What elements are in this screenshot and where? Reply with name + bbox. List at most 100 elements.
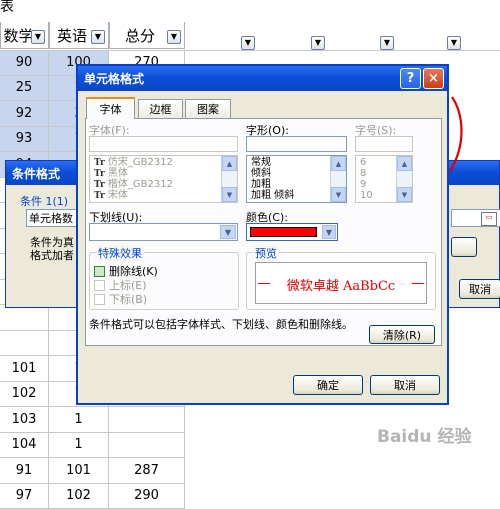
- size-list-scrollbar[interactable]: ▲ ▼: [396, 156, 412, 202]
- table-row: 97102290: [0, 484, 185, 509]
- style-input[interactable]: [246, 136, 347, 152]
- table-cell[interactable]: [0, 305, 49, 331]
- table-cell[interactable]: 101: [49, 458, 109, 484]
- table-cell[interactable]: 97: [0, 484, 49, 509]
- condition-cancel-button[interactable]: 取消: [459, 279, 500, 299]
- truetype-icon: Tr: [94, 191, 108, 201]
- preview-group: 预览 微软卓越 AaBbCc: [246, 252, 436, 310]
- format-cells-dialog: 单元格格式 ? × 字体 边框 图案 字体(F): 字形(O): 字号(S): …: [76, 64, 449, 405]
- table-row: 91101287: [0, 458, 185, 484]
- list-item[interactable]: Tr 楷体_GB2312: [94, 179, 237, 190]
- table-row: 1031: [0, 407, 185, 433]
- list-item[interactable]: Tr 黑体: [94, 168, 237, 179]
- table-cell[interactable]: 102: [0, 382, 49, 408]
- tab-border[interactable]: 边框: [138, 99, 183, 118]
- superscript-box[interactable]: [94, 280, 105, 291]
- color-swatch: [250, 227, 317, 237]
- condition-side-button[interactable]: [451, 237, 477, 257]
- tab-font[interactable]: 字体: [86, 97, 135, 119]
- preview-group-title: 预览: [253, 245, 279, 261]
- filter-col5-button[interactable]: ▼: [311, 36, 325, 50]
- header-english-label: 英语: [57, 25, 87, 46]
- filter-col6-button[interactable]: ▼: [380, 36, 394, 50]
- filter-total-button[interactable]: ▼: [167, 30, 181, 44]
- header-math-label: 数学: [3, 25, 33, 46]
- style-list-scrollbar[interactable]: ▲ ▼: [330, 156, 346, 202]
- cell-value-select[interactable]: 单元格数: [26, 209, 78, 227]
- list-item-label: 仿宋_GB2312: [108, 157, 173, 168]
- cancel-button[interactable]: 取消: [370, 375, 440, 395]
- table-cell[interactable]: 25: [0, 76, 49, 102]
- table-cell[interactable]: 290: [109, 484, 185, 509]
- clear-button[interactable]: 清除(R): [369, 325, 435, 344]
- list-item-label: 楷体_GB2312: [108, 179, 173, 190]
- filter-math-button[interactable]: ▼: [31, 30, 45, 44]
- conditional-format-title: 条件格式: [12, 165, 60, 182]
- scroll-down-icon[interactable]: ▼: [331, 187, 346, 202]
- strikethrough-box[interactable]: [94, 266, 105, 277]
- list-item-label: 6: [360, 157, 366, 168]
- table-cell[interactable]: 90: [0, 50, 49, 76]
- font-tab-panel: 字体(F): 字形(O): 字号(S): Tr 仿宋_GB2312Tr 黑体Tr…: [85, 118, 442, 346]
- collapse-range-icon[interactable]: ▭: [481, 212, 497, 226]
- font-list-scrollbar[interactable]: ▲ ▼: [221, 156, 237, 202]
- tab-pattern-label: 图案: [197, 101, 219, 117]
- list-item-label: 加粗: [251, 179, 271, 190]
- font-input[interactable]: [89, 136, 238, 152]
- tab-pattern[interactable]: 图案: [185, 99, 231, 118]
- filter-col7-button[interactable]: ▼: [447, 36, 461, 50]
- header-english: 英语 ▼: [49, 22, 109, 49]
- subscript-label: 下标(B): [109, 291, 147, 307]
- table-cell[interactable]: 104: [0, 433, 49, 459]
- underline-select[interactable]: ▼: [89, 223, 238, 241]
- table-cell[interactable]: 101: [0, 356, 49, 382]
- ok-button[interactable]: 确定: [293, 375, 363, 395]
- format-cells-titlebar: 单元格格式 ? ×: [78, 66, 447, 91]
- filter-col4-button[interactable]: ▼: [241, 36, 255, 50]
- header-math: 数学 ▼: [0, 22, 49, 49]
- table-cell[interactable]: [0, 331, 49, 357]
- effects-group: 特殊效果 删除线(K) 上标(E) 下标(B): [89, 252, 239, 310]
- table-cell[interactable]: 1: [49, 433, 109, 459]
- table-cell[interactable]: 91: [0, 458, 49, 484]
- table-cell[interactable]: 93: [0, 127, 49, 153]
- list-item[interactable]: Tr 宋体: [94, 190, 237, 201]
- color-select[interactable]: ▼: [246, 223, 338, 241]
- help-button[interactable]: ?: [400, 68, 421, 89]
- table-cell[interactable]: 103: [0, 407, 49, 433]
- condition-value-input[interactable]: ▭: [451, 209, 500, 227]
- format-cells-title: 单元格格式: [84, 70, 144, 87]
- list-item[interactable]: Tr 仿宋_GB2312: [94, 157, 237, 168]
- chevron-down-icon[interactable]: ▼: [322, 225, 336, 239]
- scroll-up-icon[interactable]: ▲: [222, 156, 237, 171]
- scroll-up-icon[interactable]: ▲: [331, 156, 346, 171]
- table-cell[interactable]: 1: [49, 407, 109, 433]
- tab-border-label: 边框: [150, 101, 172, 117]
- close-icon: ×: [428, 71, 439, 86]
- preview-text: 微软卓越 AaBbCc: [256, 275, 426, 294]
- table-cell[interactable]: 287: [109, 458, 185, 484]
- effects-group-title: 特殊效果: [96, 245, 144, 261]
- table-cell[interactable]: 102: [49, 484, 109, 509]
- subscript-box[interactable]: [94, 294, 105, 305]
- scroll-down-icon[interactable]: ▼: [397, 187, 412, 202]
- list-item-label: 10: [360, 190, 373, 201]
- table-cell[interactable]: [109, 433, 185, 459]
- truetype-icon: Tr: [94, 180, 108, 190]
- size-input[interactable]: [355, 136, 413, 152]
- scroll-up-icon[interactable]: ▲: [397, 156, 412, 171]
- table-cell[interactable]: [109, 407, 185, 433]
- scroll-down-icon[interactable]: ▼: [222, 187, 237, 202]
- table-cell[interactable]: 92: [0, 101, 49, 127]
- list-item-label: 8: [360, 168, 366, 179]
- list-item-label: 常规: [251, 157, 271, 168]
- font-list[interactable]: Tr 仿宋_GB2312Tr 黑体Tr 楷体_GB2312Tr 宋体 ▲ ▼: [89, 155, 238, 203]
- size-list[interactable]: 68910 ▲ ▼: [355, 155, 413, 203]
- list-item-label: 黑体: [108, 168, 128, 179]
- chevron-down-icon[interactable]: ▼: [220, 225, 236, 239]
- filter-english-button[interactable]: ▼: [91, 30, 105, 44]
- subscript-checkbox[interactable]: 下标(B): [94, 291, 147, 307]
- style-list[interactable]: 常规倾斜加粗加粗 倾斜 ▲ ▼: [246, 155, 347, 203]
- tab-strip: 字体 边框 图案: [85, 99, 442, 118]
- close-button[interactable]: ×: [423, 68, 444, 89]
